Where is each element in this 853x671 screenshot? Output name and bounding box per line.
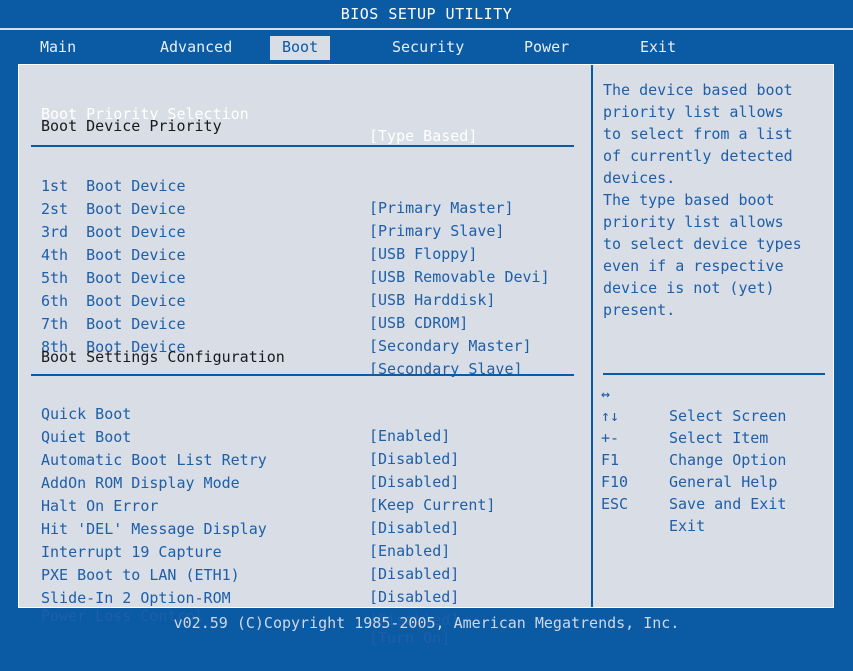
boot-priority-selection-value[interactable]: [Type Based] [369, 125, 477, 147]
separator [31, 374, 574, 376]
setting-row[interactable]: Power Loss Control [Turn On] [41, 583, 586, 647]
key-hint: F10 Save and Exit [601, 449, 831, 513]
setting-row[interactable]: Automatic Boot List Retry [Disabled] [41, 427, 586, 491]
setting-row[interactable]: Hit 'DEL' Message Display [Enabled] [41, 496, 586, 560]
setting-row[interactable]: Quiet Boot [Disabled] [41, 404, 586, 468]
menu-bar: Main Advanced Boot Security Power Exit [0, 28, 853, 60]
key-hint: F1 General Help [601, 427, 831, 491]
tab-exit[interactable]: Exit [640, 36, 676, 60]
key-hint: ↑↓ Select Item [601, 383, 831, 447]
bios-title: BIOS SETUP UTILITY [0, 0, 853, 28]
boot-device-row[interactable]: 7th Boot Device [Secondary Master] [41, 291, 586, 355]
setting-row[interactable]: Quick Boot [Enabled] [41, 381, 586, 445]
boot-device-row[interactable]: 3rd Boot Device [USB Floppy] [41, 199, 586, 263]
settings-pane: Boot Priority Selection [Type Based] Boo… [19, 65, 589, 647]
setting-row[interactable]: PXE Boot to LAN (ETH1) [Disabled] [41, 542, 586, 606]
boot-priority-selection-row[interactable]: Boot Priority Selection [Type Based] [41, 81, 586, 145]
tab-main[interactable]: Main [40, 36, 76, 60]
key-label: ESC [601, 495, 629, 513]
tab-boot[interactable]: Boot [270, 36, 331, 60]
boot-device-value[interactable]: [Secondary Slave] [369, 358, 523, 380]
setting-row[interactable]: Interrupt 19 Capture [Disabled] [41, 519, 586, 583]
key-hint: ESC Exit [601, 471, 831, 535]
tab-advanced[interactable]: Advanced [160, 36, 232, 60]
key-hint: ↔ Select Screen [601, 361, 831, 425]
copyright-footer: v02.59 (C)Copyright 1985-2005, American … [173, 614, 680, 632]
section-device-priority: Boot Device Priority [41, 117, 222, 135]
help-text: The device based boot priority list allo… [603, 81, 802, 319]
tab-security[interactable]: Security [392, 36, 464, 60]
boot-device-row[interactable]: 2st Boot Device [Primary Slave] [41, 176, 586, 240]
boot-device-row[interactable]: 6th Boot Device [USB CDROM] [41, 268, 586, 332]
boot-device-row[interactable]: 1st Boot Device [Primary Master] [41, 153, 586, 217]
key-desc: Save and Exit [669, 495, 787, 513]
separator [31, 145, 574, 147]
section-settings: Boot Settings Configuration [41, 348, 285, 366]
setting-row[interactable]: Halt On Error [Disabled] [41, 473, 586, 537]
boot-device-value[interactable]: [Secondary Master] [369, 335, 532, 357]
key-desc: Exit [669, 517, 706, 535]
content-panel: Boot Priority Selection [Type Based] Boo… [18, 64, 835, 647]
tab-power[interactable]: Power [524, 36, 569, 60]
boot-device-row[interactable]: 5th Boot Device [USB Harddisk] [41, 245, 586, 309]
setting-row[interactable]: AddOn ROM Display Mode [Keep Current] [41, 450, 586, 514]
boot-device-row[interactable]: 4th Boot Device [USB Removable Devi] [41, 222, 586, 286]
help-pane: The device based boot priority list allo… [591, 65, 835, 607]
key-hint: +- Change Option [601, 405, 831, 469]
boot-device-row[interactable]: 8th Boot Device [Secondary Slave] [41, 314, 586, 378]
